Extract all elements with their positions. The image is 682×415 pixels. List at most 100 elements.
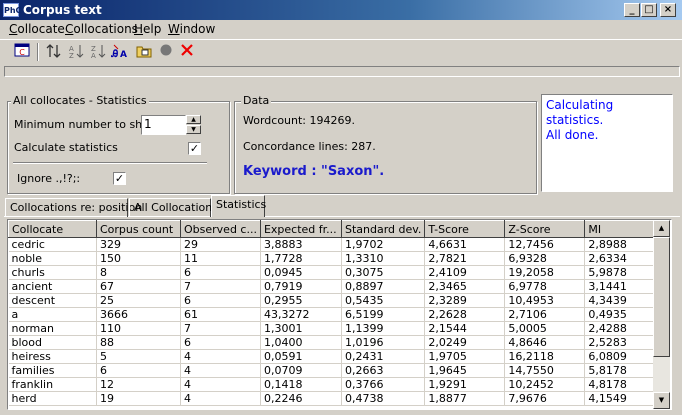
svg-text:Z: Z xyxy=(69,52,74,59)
sort-az-icon[interactable]: AZ xyxy=(66,43,86,61)
table-cell: 4,3439 xyxy=(584,293,660,308)
table-row[interactable]: herd 19 4 0,2246 0,4738 1,8877 7,9676 4,1549 xyxy=(8,391,660,406)
table-cell: 2,7106 xyxy=(504,307,586,322)
table-cell: cedric xyxy=(8,237,97,252)
table-cell: blood xyxy=(8,335,97,350)
table-cell: 5,9878 xyxy=(584,265,660,280)
table-cell: 2,1544 xyxy=(424,321,506,336)
table-cell: 0,2246 xyxy=(260,391,342,406)
column-header-z-score[interactable]: Z-Score xyxy=(504,220,586,238)
table-row[interactable]: franklin 12 4 0,1418 0,3766 1,9291 10,2452 4,81… xyxy=(8,377,660,392)
calculate-statistics-label: Calculate statistics xyxy=(14,141,118,154)
menu-help[interactable]: Help xyxy=(134,22,161,36)
table-row[interactable]: blood 88 6 1,0400 1,0196 2,0249 4,8646 2,5283 xyxy=(8,335,660,350)
table-cell: 8 xyxy=(96,265,181,280)
table-cell: 0,4738 xyxy=(341,391,426,406)
column-header-mi[interactable]: MI xyxy=(584,220,660,238)
table-cell: 7,9676 xyxy=(504,391,586,406)
table-cell: 6 xyxy=(180,265,261,280)
spin-up-button[interactable]: ▲ xyxy=(186,115,201,124)
table-cell: 10,4953 xyxy=(504,293,586,308)
tab-statistics[interactable]: Statistics xyxy=(211,195,266,217)
table-row[interactable]: noble 150 11 1,7728 1,3310 2,7821 6,9328 2,6334 xyxy=(8,251,660,266)
column-header-corpus-count[interactable]: Corpus count xyxy=(96,220,181,238)
scroll-thumb[interactable] xyxy=(653,237,670,357)
minimum-input[interactable]: 1 xyxy=(141,115,186,135)
scroll-down-button[interactable]: ▼ xyxy=(653,392,670,409)
column-header-observed-c[interactable]: Observed c... xyxy=(180,220,261,238)
table-cell: 0,1418 xyxy=(260,377,342,392)
table-row[interactable]: a 3666 61 43,3272 6,5199 2,2628 2,7106 0,4935 xyxy=(8,307,660,322)
table-row[interactable]: descent 25 6 0,2955 0,5435 2,3289 10,4953 4,343… xyxy=(8,293,660,308)
minimize-button[interactable]: _ xyxy=(624,3,640,17)
vertical-scrollbar[interactable]: ▲ ▼ xyxy=(653,220,670,409)
close-button[interactable]: × xyxy=(660,3,676,17)
tab-all-collocations[interactable]: All Collocations xyxy=(129,198,218,217)
table-cell: 2,6334 xyxy=(584,251,660,266)
table-row[interactable]: families 6 4 0,0709 0,2663 1,9645 14,7550 5,817… xyxy=(8,363,660,378)
log-line: All done. xyxy=(546,128,599,142)
table-cell: 88 xyxy=(96,335,181,350)
table-cell: 2,3465 xyxy=(424,279,506,294)
stop-circle-icon[interactable] xyxy=(156,43,176,61)
settings-group-title: All collocates - Statistics xyxy=(11,94,149,107)
maximize-button[interactable]: □ xyxy=(641,3,657,17)
table-cell: 3666 xyxy=(96,307,181,322)
menu-collocations[interactable]: Collocations xyxy=(65,22,138,36)
table-cell: 2,7821 xyxy=(424,251,506,266)
table-cell: 19,2058 xyxy=(504,265,586,280)
table-cell: 0,3075 xyxy=(341,265,426,280)
progress-strip xyxy=(4,66,680,77)
table-cell: 4,1549 xyxy=(584,391,660,406)
table-cell: 0,0945 xyxy=(260,265,342,280)
table-cell: 1,9702 xyxy=(341,237,426,252)
table-cell: 0,2955 xyxy=(260,293,342,308)
table-cell: 3,1441 xyxy=(584,279,660,294)
svg-text:A: A xyxy=(91,52,96,59)
table-cell: 1,1399 xyxy=(341,321,426,336)
toolbar: C AZ ZA ᎯA xyxy=(0,39,682,63)
scroll-up-button[interactable]: ▲ xyxy=(653,220,670,237)
table-cell: descent xyxy=(8,293,97,308)
spin-down-button[interactable]: ▼ xyxy=(186,125,201,134)
title-bar[interactable]: PhC Corpus text _ □ × xyxy=(0,0,682,20)
sort-a-bold-icon[interactable]: ᎯA xyxy=(110,43,130,61)
table-cell: 2,4109 xyxy=(424,265,506,280)
sort-up-down-icon[interactable] xyxy=(44,43,64,61)
ignore-punctuation-checkbox[interactable]: ✓ xyxy=(113,172,126,185)
table-row[interactable]: ancient 67 7 0,7919 0,8897 2,3465 6,9778 3,1441 xyxy=(8,279,660,294)
table-cell: herd xyxy=(8,391,97,406)
tab-collocations-position[interactable]: Collocations re: position xyxy=(5,198,142,217)
table-row[interactable]: churls 8 6 0,0945 0,3075 2,4109 19,2058 5,9878 xyxy=(8,265,660,280)
table-cell: 4,6631 xyxy=(424,237,506,252)
calculate-statistics-checkbox[interactable]: ✓ xyxy=(188,142,201,155)
table-cell: 3,8883 xyxy=(260,237,342,252)
menu-collocate[interactable]: Collocate xyxy=(9,22,65,36)
table-cell: 61 xyxy=(180,307,261,322)
table-cell: 6,9328 xyxy=(504,251,586,266)
table-row[interactable]: norman 110 7 1,3001 1,1399 2,1544 5,0005 2,4288 xyxy=(8,321,660,336)
open-folder-icon[interactable] xyxy=(134,43,154,61)
table-cell: 7 xyxy=(180,321,261,336)
table-row[interactable]: cedric 329 29 3,8883 1,9702 4,6631 12,7456 2,89… xyxy=(8,237,660,252)
column-header-t-score[interactable]: T-Score xyxy=(424,220,506,238)
cancel-x-icon[interactable] xyxy=(177,43,197,61)
minimum-label: Minimum number to show xyxy=(14,118,158,131)
table-cell: 1,9291 xyxy=(424,377,506,392)
collocate-window-icon[interactable]: C xyxy=(12,43,32,61)
table-cell: heiress xyxy=(8,349,97,364)
column-header-expected-fr[interactable]: Expected fr... xyxy=(259,220,342,238)
table-cell: 150 xyxy=(96,251,181,266)
column-header-collocate[interactable]: Collocate xyxy=(8,220,97,238)
table-cell: 6 xyxy=(96,363,181,378)
table-cell: 7 xyxy=(180,279,261,294)
sort-za-icon[interactable]: ZA xyxy=(88,43,108,61)
table-cell: 0,2663 xyxy=(341,363,426,378)
divider xyxy=(13,162,207,164)
app-icon[interactable]: PhC xyxy=(3,3,21,17)
menu-window[interactable]: Window xyxy=(168,22,215,36)
table-cell: 1,3310 xyxy=(341,251,426,266)
menu-bar: Collocate Collocations Help Window xyxy=(0,20,682,39)
table-row[interactable]: heiress 5 4 0,0591 0,2431 1,9705 16,2118 6,0809 xyxy=(8,349,660,364)
column-header-standard-dev[interactable]: Standard dev. xyxy=(340,220,426,238)
